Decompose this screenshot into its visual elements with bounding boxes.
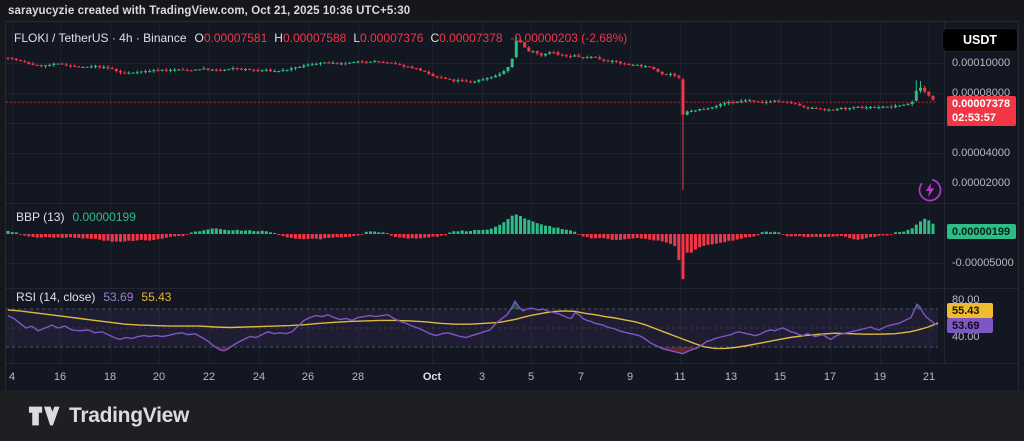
time-axis-label: 28 [351,371,365,383]
rsi-ma-value: 55.43 [141,290,172,304]
symbol-legend: FLOKI / TetherUS · 4h · Binance O0.00007… [14,31,627,45]
currency-toggle-button[interactable]: USDT [942,28,1018,52]
bbp-indicator-pane[interactable] [6,203,944,288]
current-price-badge: 0.00007378 02:53:57 [947,96,1016,126]
time-axis-label: 22 [202,371,216,383]
rsi-legend: RSI (14, close) 53.69 55.43 [16,290,171,304]
attribution-bar: sarayucyzie created with TradingView.com… [0,0,1024,22]
price-axis-label: 0.00010000 [952,57,1011,69]
rsi-value-badge: 53.69 [947,318,993,333]
pane-divider[interactable] [6,203,1018,204]
rsi-label: RSI (14, close) [16,290,96,304]
time-axis-label: 4 [8,371,16,383]
price-axis-label: -0.00005000 [952,257,1014,269]
price-axis-label: 0.00004000 [952,147,1011,159]
time-axis-label: Oct [422,371,442,383]
time-axis-label: 9 [626,371,634,383]
time-axis-label: 5 [527,371,535,383]
tradingview-logo-icon [28,406,60,425]
attribution-text: sarayucyzie created with TradingView.com… [8,5,411,17]
symbol-title: FLOKI / TetherUS · 4h · Binance [14,31,187,45]
time-axis-label: 7 [577,371,585,383]
rsi-ma-value-badge: 55.43 [947,303,993,318]
time-axis-label: 16 [53,371,67,383]
time-axis-label: 15 [773,371,787,383]
price-axis[interactable]: 0.00010000 0.00008000 0.00004000 0.00002000… [945,22,1018,363]
bbp-value-badge: 0.00000199 [947,224,1016,239]
bbp-label: BBP (13) [16,210,65,224]
bbp-value: 0.00000199 [72,210,136,224]
price-change: -0.00000203 (-2.68%) [510,31,628,45]
time-axis-label: 21 [922,371,936,383]
time-axis-label: 11 [674,371,686,383]
main-chart-pane[interactable] [6,22,944,203]
time-axis-label: 26 [301,371,315,383]
time-axis-label: 24 [252,371,266,383]
time-axis-label: 20 [152,371,166,383]
tradingview-logo-text: TradingView [69,403,190,427]
bbp-legend: BBP (13) 0.00000199 [16,210,136,224]
time-axis-label: 17 [823,371,837,383]
tradingview-snapshot: { "attribution": "sarayucyzie created wi… [0,0,1024,441]
time-axis-label: 19 [873,371,887,383]
time-axis[interactable]: 4 16 18 20 22 24 26 28 Oct 3 5 7 9 11 13 15 17 19 21 [6,363,944,390]
time-axis-label: 18 [103,371,117,383]
chart-widget: FLOKI / TetherUS · 4h · Binance O0.00007… [5,21,1019,391]
ohlc-values: O0.00007581 H0.00007588 L0.00007376 C0.0… [194,31,503,45]
bottom-bar: TradingView [0,390,1024,441]
rsi-value: 53.69 [103,290,134,304]
time-axis-label: 3 [478,371,486,383]
time-axis-label: 13 [724,371,738,383]
tradingview-logo[interactable]: TradingView [28,404,189,428]
price-axis-label: 0.00002000 [952,177,1011,189]
pane-divider[interactable] [6,288,1018,289]
boost-lightning-icon[interactable] [917,177,943,203]
